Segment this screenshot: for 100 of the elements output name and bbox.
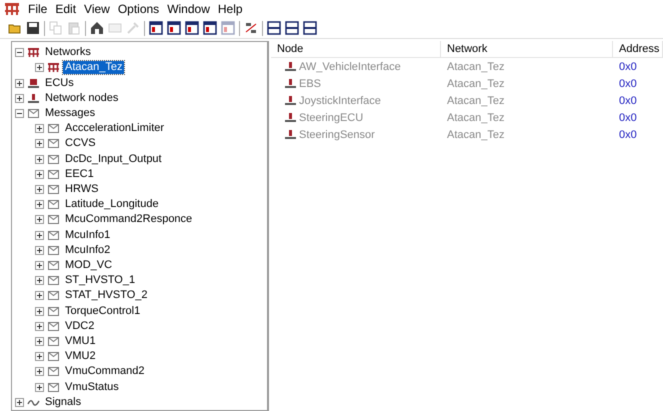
expander-icon[interactable] (35, 367, 44, 376)
app-logo-icon (4, 2, 20, 16)
menu-item[interactable]: Help (214, 2, 247, 16)
window-icon[interactable] (149, 21, 163, 35)
tree-item[interactable]: STAT_HVSTO_2 (63, 289, 150, 302)
tree-item[interactable]: VMU1 (63, 334, 98, 348)
tree-item[interactable]: McuInfo2 (63, 244, 112, 257)
table-cell-text: Atacan_Tez (446, 128, 506, 142)
tree-item[interactable]: Network nodes (43, 92, 120, 105)
tile-icon[interactable] (267, 21, 281, 35)
expander-icon[interactable] (15, 48, 24, 58)
tree-item[interactable]: VDC2 (63, 320, 96, 333)
expander-icon[interactable] (35, 215, 44, 224)
envelope-icon (47, 351, 60, 362)
expander-icon[interactable] (35, 260, 44, 270)
expander-icon[interactable] (35, 124, 44, 134)
menu-item[interactable]: View (80, 2, 114, 16)
tree-item[interactable]: AcccelerationLimiter (63, 122, 166, 136)
tree-item[interactable]: Atacan_Tez (63, 61, 124, 74)
table-cell-text: 0x0 (618, 94, 638, 108)
expander-icon[interactable] (35, 322, 44, 331)
menu-item[interactable]: Options (114, 2, 164, 16)
expander-icon[interactable] (35, 352, 44, 362)
tile-icon[interactable] (285, 21, 299, 35)
envelope-icon (47, 168, 60, 180)
menu-item[interactable]: Window (163, 2, 214, 16)
column-header[interactable]: Network (441, 41, 613, 57)
tree-item[interactable]: McuCommand2Responce (63, 213, 194, 226)
column-header[interactable]: Node (271, 41, 441, 57)
node-icon (284, 95, 297, 106)
tree-item[interactable]: ST_HVSTO_1 (63, 274, 138, 288)
house-icon[interactable] (90, 21, 104, 35)
envelope-icon (47, 230, 60, 241)
envelope-icon (47, 306, 60, 317)
tree-item[interactable]: Messages (43, 106, 98, 120)
tree-item[interactable]: DcDc_Input_Output (63, 152, 164, 166)
tree-item[interactable]: VMU2 (63, 350, 98, 364)
tree-item[interactable]: MOD_VC (63, 258, 114, 272)
tree-item[interactable]: HRWS (63, 182, 100, 196)
tree-item[interactable]: VmuStatus (63, 380, 121, 394)
envelope-icon (47, 260, 60, 271)
expander-icon[interactable] (35, 170, 44, 179)
table-cell-text: 0x0 (618, 128, 638, 142)
envelope-icon (47, 184, 60, 195)
envelope-icon (47, 382, 60, 393)
menu-item[interactable]: Edit (51, 2, 80, 16)
expander-icon[interactable] (35, 139, 44, 148)
tree-item[interactable]: Networks (43, 46, 93, 60)
expander-icon[interactable] (35, 336, 44, 346)
column-header[interactable]: Address (613, 41, 663, 57)
envelope-icon (47, 275, 60, 286)
window-icon[interactable] (203, 21, 217, 35)
expander-icon[interactable] (15, 108, 24, 118)
expander-icon[interactable] (35, 200, 44, 210)
network-icon (47, 62, 60, 74)
table-cell-text: 0x0 (618, 60, 638, 74)
expander-icon[interactable] (35, 246, 44, 255)
node-icon (284, 112, 297, 123)
table-cell: SteeringSensor (299, 128, 375, 142)
tree-item[interactable]: ECUs (43, 76, 76, 90)
tree-item[interactable]: Latitude_Longitude (63, 198, 161, 212)
window-icon[interactable] (185, 21, 199, 35)
save-icon[interactable] (26, 21, 40, 35)
tree-item[interactable]: TorqueControl1 (63, 304, 142, 318)
tree-item[interactable]: CCVS (63, 137, 98, 150)
expander-icon[interactable] (35, 63, 44, 72)
envelope-icon (47, 154, 60, 165)
expander-icon[interactable] (35, 306, 44, 316)
window-icon[interactable] (167, 21, 181, 35)
expander-icon[interactable] (15, 78, 24, 88)
expander-icon[interactable] (15, 398, 24, 407)
table-cell-text: Atacan_Tez (446, 110, 506, 124)
expander-icon[interactable] (35, 382, 44, 392)
table-cell-text: Atacan_Tez (446, 94, 506, 108)
expander-icon[interactable] (35, 154, 44, 164)
expander-icon[interactable] (35, 230, 44, 240)
dec-hex-icon[interactable] (244, 21, 258, 35)
tree-item[interactable]: VmuCommand2 (63, 365, 146, 378)
table-cell-text: 0x0 (618, 110, 638, 124)
envelope-icon (47, 138, 60, 150)
menu-item[interactable]: File (24, 2, 52, 16)
node-icon (284, 78, 297, 89)
tree-item[interactable]: EEC1 (63, 168, 96, 181)
ecu-icon (27, 78, 40, 88)
envelope-icon (47, 320, 60, 332)
table-cell-text: Atacan_Tez (446, 60, 506, 74)
tile-icon[interactable] (303, 21, 317, 35)
expander-icon[interactable] (35, 291, 44, 300)
tree-item[interactable]: Signals (43, 396, 84, 409)
expander-icon[interactable] (35, 276, 44, 286)
expander-icon[interactable] (35, 184, 44, 194)
envelope-icon (47, 199, 60, 210)
envelope-icon (47, 290, 60, 302)
envelope-icon (47, 214, 60, 226)
table-cell: AW_VehicleInterface (299, 60, 401, 74)
expander-icon[interactable] (15, 94, 24, 103)
envelope-icon (47, 244, 60, 256)
tree-item[interactable]: McuInfo1 (63, 228, 112, 242)
table-cell-text: 0x0 (618, 76, 638, 90)
node-icon (284, 129, 297, 140)
